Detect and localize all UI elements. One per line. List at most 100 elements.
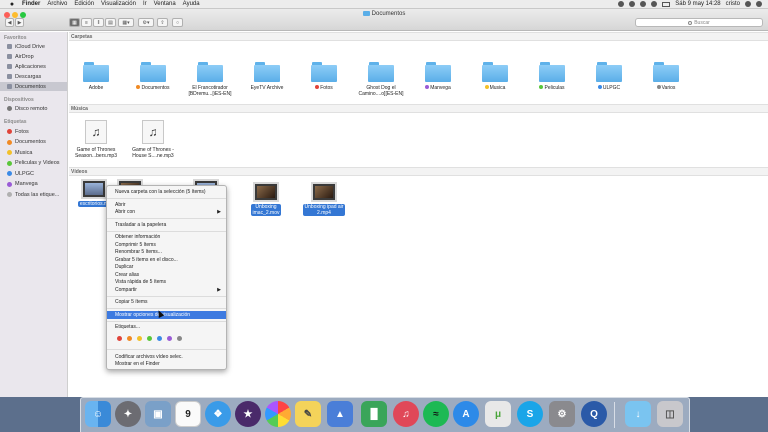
forward-button[interactable]: ▶ [15,18,24,27]
spotify-icon[interactable]: ≈ [423,401,449,427]
menu-item-vista-rapida[interactable]: Vista rápida de 5 ítems [107,278,226,286]
tag-color-dot[interactable] [157,336,162,341]
numbers-icon[interactable]: █ [361,401,387,427]
menu-item-obtener-informacion[interactable]: Obtener información [107,233,226,241]
folder-item[interactable]: ULPGC [584,62,634,91]
keynote-icon[interactable]: ▲ [327,401,353,427]
sidebar-tag-item[interactable]: Peliculas y Videos [0,159,67,168]
sidebar-item-disco-remoto[interactable]: Disco remoto [0,104,67,113]
folder-item[interactable]: Peliculas [527,62,577,91]
sidebar-header-favoritos: Favoritos [4,35,27,41]
tag-color-dot[interactable] [167,336,172,341]
sidebar-tag-item[interactable]: Documentos [0,138,67,147]
menu-item-copiar[interactable]: Copiar 5 ítems [107,298,226,306]
menu-finder[interactable]: Finder [22,1,40,7]
volume-icon[interactable] [651,1,658,7]
apple-icon[interactable]: ● [8,1,16,8]
sidebar-tag-item[interactable]: Manvega [0,180,67,189]
photos-icon[interactable] [265,401,291,427]
column-view-button[interactable]: ‖ [93,18,104,27]
skype-icon[interactable]: S [517,401,543,427]
tag-color-dot[interactable] [137,336,142,341]
utorrent-icon[interactable]: μ [485,401,511,427]
menubar-user[interactable]: cristo [726,1,740,7]
back-button[interactable]: ◀ [5,18,14,27]
action-gear-button[interactable]: ⚙▾ [138,18,154,27]
search-field[interactable]: Buscar [635,18,763,27]
sidebar-item-aplicaciones[interactable]: Aplicaciones [0,62,67,71]
tags-button[interactable]: ○ [172,18,183,27]
battery-icon[interactable] [662,1,671,7]
quicktime-icon[interactable]: Q [581,401,607,427]
sidebar-item-icloud-drive[interactable]: iCloud Drive [0,42,67,51]
folder-item[interactable]: Fotos [299,62,349,91]
menu-item-nueva-carpeta[interactable]: Nueva carpeta con la selección (5 ítems) [107,188,226,196]
chevron-right-icon: ▶ [217,287,221,293]
icon-view-button[interactable]: ▦ [69,18,80,27]
folder-item[interactable]: Adobe [71,62,121,91]
sidebar-tag-item[interactable]: Fotos [0,127,67,136]
menu-visualizacion[interactable]: Visualización [101,1,136,7]
menu-item-trasladar-papelera[interactable]: Trasladar a la papelera [107,221,226,229]
sidebar-item-descargas[interactable]: Descargas [0,72,67,81]
tag-color-dot[interactable] [117,336,122,341]
audio-file-item[interactable]: ♫ Game of Thrones Season...bers.mp3 [71,120,121,159]
sidebar-item-airdrop[interactable]: AirDrop [0,52,67,61]
menu-item-compartir[interactable]: Compartir ▶ [107,286,226,294]
menu-item-duplicar[interactable]: Duplicar [107,263,226,271]
folder-item[interactable]: EyeTV Archive [242,62,292,91]
downloads-folder-icon[interactable]: ↓ [625,401,651,427]
calendar-icon[interactable]: 9 [175,401,201,427]
sidebar-tag-item[interactable]: Todas las etique... [0,190,67,199]
status-icon[interactable] [618,1,625,7]
notification-center-icon[interactable] [756,1,762,7]
spotlight-icon[interactable] [745,1,751,7]
video-item[interactable]: Unboxing imac_2.mov [241,182,291,216]
video-item[interactable]: Unboxing ipad air 2.mp4 [297,182,351,216]
menu-edicion[interactable]: Edición [74,1,94,7]
sidebar-item-documentos[interactable]: Documentos [0,82,67,91]
folder-item[interactable]: Varios [641,62,691,91]
tag-dot-icon [7,181,12,187]
menu-archivo[interactable]: Archivo [47,1,67,7]
menu-ayuda[interactable]: Ayuda [183,1,200,7]
tag-dot-icon [7,150,12,155]
tag-dot-icon [136,85,141,89]
launchpad-icon[interactable]: ✦ [115,401,141,427]
menu-item-mostrar-opciones-visualizacion[interactable]: Mostrar opciones de visualización [107,311,226,319]
menu-ir[interactable]: Ir [143,1,147,7]
imovie-icon[interactable]: ★ [235,401,261,427]
trash-icon[interactable]: ◫ [657,401,683,427]
menu-item-mostrar-en-finder[interactable]: Mostrar en el Finder [107,360,226,368]
audio-file-item[interactable]: ♫ Game of Thrones - House S....ne.mp3 [128,120,178,159]
menu-item-abrir-con[interactable]: Abrir con ▶ [107,208,226,216]
preview-icon[interactable]: ▣ [145,401,171,427]
system-preferences-icon[interactable]: ⚙ [549,401,575,427]
folder-item[interactable]: Ghost Dog el Camino....o][ES-EN] [356,62,406,97]
safari-icon[interactable]: ❖ [205,401,231,427]
sidebar-tag-item[interactable]: ULPGC [0,169,67,178]
folder-icon [140,62,166,82]
share-button[interactable]: ⇧ [157,18,168,27]
folder-item[interactable]: Documentos [128,62,178,91]
appstore-icon[interactable]: A [453,401,479,427]
menubar-clock[interactable]: Sáb 9 may 14:28 [675,1,720,7]
finder-icon[interactable]: ☺ [85,401,111,427]
coverflow-view-button[interactable]: ▤ [105,18,116,27]
tag-color-dot[interactable] [127,336,132,341]
menu-ventana[interactable]: Ventana [154,1,176,7]
list-view-button[interactable]: ≡ [81,18,92,27]
arrange-button[interactable]: ▦▾ [118,18,134,27]
folder-item[interactable]: El Francotirador [BDremu...[iES-EN] [185,62,235,97]
sidebar-tag-item[interactable]: Musica [0,148,67,157]
folder-item[interactable]: Manvega [413,62,463,91]
wifi-icon[interactable] [640,1,647,7]
folder-item[interactable]: Musica [470,62,520,91]
itunes-icon[interactable]: ♫ [393,401,419,427]
menu-item-renombrar[interactable]: Renombrar 5 ítems... [107,248,226,256]
notes-icon[interactable]: ✎ [295,401,321,427]
tag-color-dot[interactable] [147,336,152,341]
menu-item-etiquetas[interactable]: Etiquetas... [107,323,226,331]
status-icon[interactable] [629,1,636,7]
tag-color-dot[interactable] [177,336,182,341]
